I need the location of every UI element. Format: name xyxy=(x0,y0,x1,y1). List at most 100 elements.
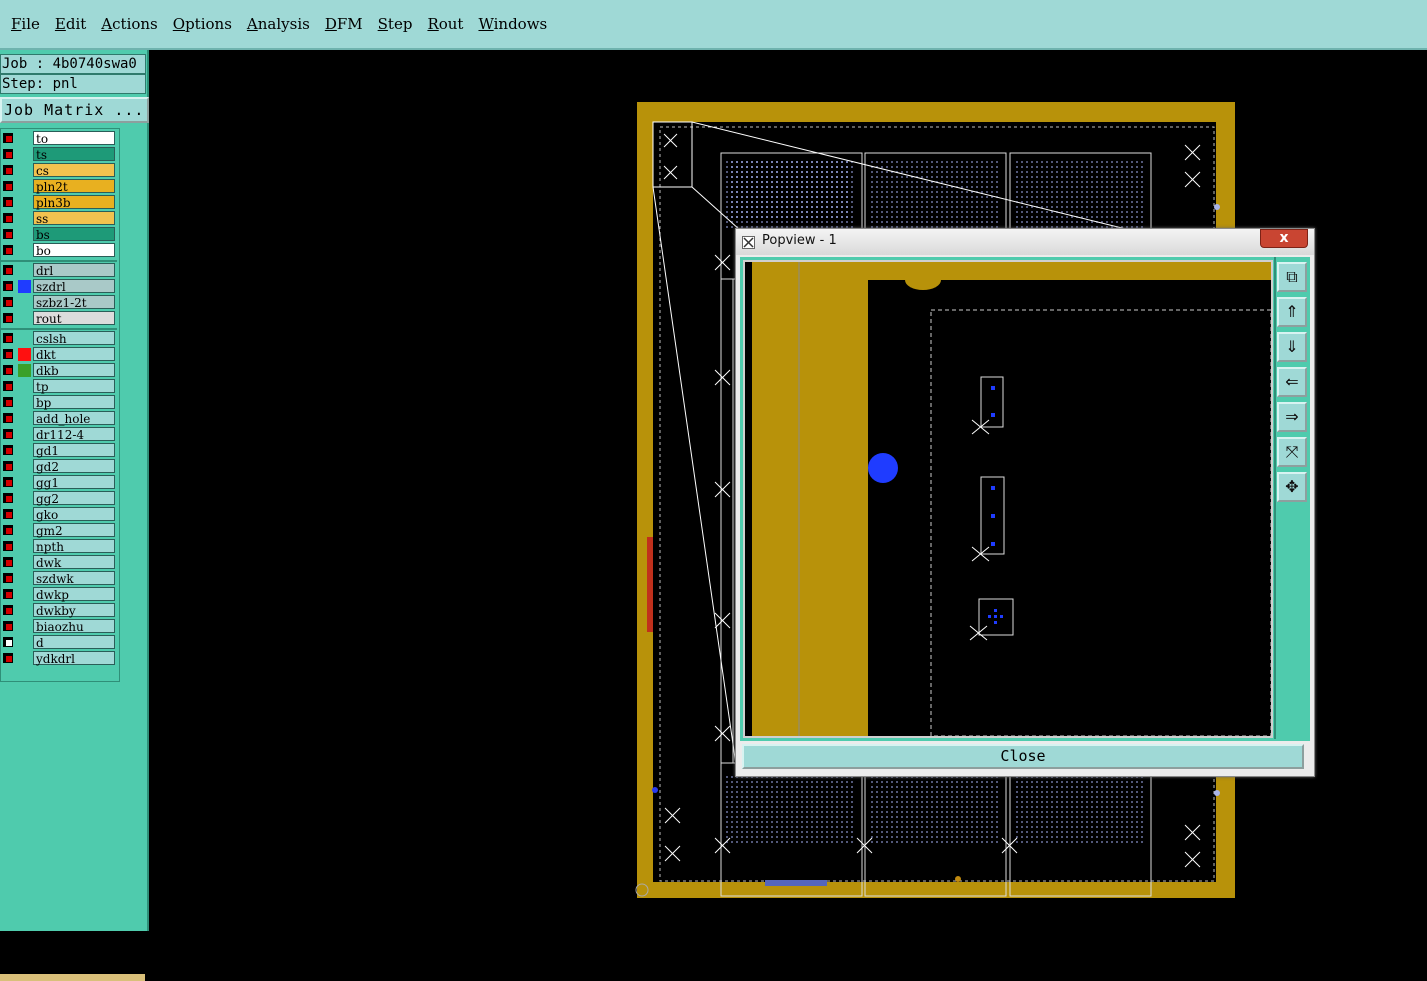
layer-row[interactable]: to xyxy=(1,131,117,146)
zoom-home-icon[interactable]: ⤧ xyxy=(1277,437,1307,467)
layer-row[interactable]: dwk xyxy=(1,555,117,570)
layer-row[interactable]: szdwk xyxy=(1,571,117,586)
layer-name[interactable]: pln3b xyxy=(33,195,115,210)
layer-row[interactable]: dwkp xyxy=(1,587,117,602)
layer-name[interactable]: ydkdrl xyxy=(33,651,115,666)
layer-row[interactable]: ydkdrl xyxy=(1,651,117,666)
pan-up-icon[interactable]: ⇑ xyxy=(1277,297,1307,327)
layer-checkbox[interactable] xyxy=(3,381,13,391)
layer-checkbox[interactable] xyxy=(3,149,13,159)
layer-checkbox[interactable] xyxy=(3,621,13,631)
layer-checkbox[interactable] xyxy=(3,573,13,583)
layer-checkbox[interactable] xyxy=(3,429,13,439)
layer-name[interactable]: to xyxy=(33,131,115,146)
layer-checkbox[interactable] xyxy=(3,525,13,535)
layer-name[interactable]: ss xyxy=(33,211,115,226)
layer-row[interactable]: szdrl xyxy=(1,279,117,294)
layer-checkbox[interactable] xyxy=(3,349,13,359)
layer-row[interactable]: pln3b xyxy=(1,195,117,210)
layer-checkbox[interactable] xyxy=(3,133,13,143)
layer-row[interactable]: d xyxy=(1,635,117,650)
layer-name[interactable]: dkb xyxy=(33,363,115,378)
layer-checkbox[interactable] xyxy=(3,297,13,307)
layer-name[interactable]: d xyxy=(33,635,115,650)
layer-row[interactable]: ss xyxy=(1,211,117,226)
layer-checkbox[interactable] xyxy=(3,509,13,519)
layer-checkbox[interactable] xyxy=(3,181,13,191)
layer-name[interactable]: gg1 xyxy=(33,475,115,490)
layer-row[interactable]: gd2 xyxy=(1,459,117,474)
layer-checkbox[interactable] xyxy=(3,397,13,407)
layer-row[interactable]: pln2t xyxy=(1,179,117,194)
menu-analysis[interactable]: Analysis xyxy=(243,15,314,33)
layer-name[interactable]: bs xyxy=(33,227,115,242)
layer-checkbox[interactable] xyxy=(3,197,13,207)
layer-name[interactable]: npth xyxy=(33,539,115,554)
layer-row[interactable]: dkt xyxy=(1,347,117,362)
layer-row[interactable]: bo xyxy=(1,243,117,258)
layer-checkbox[interactable] xyxy=(3,413,13,423)
window-close-button[interactable]: x xyxy=(1260,229,1308,248)
job-matrix-button[interactable]: Job Matrix ... xyxy=(0,97,149,123)
layer-name[interactable]: gko xyxy=(33,507,115,522)
popview-zoomed-view[interactable] xyxy=(743,260,1273,738)
menu-step[interactable]: Step xyxy=(374,15,417,33)
menu-file[interactable]: File xyxy=(7,15,44,33)
layer-name[interactable]: szdwk xyxy=(33,571,115,586)
layer-checkbox[interactable] xyxy=(3,445,13,455)
layer-name[interactable]: add_hole xyxy=(33,411,115,426)
layer-checkbox[interactable] xyxy=(3,477,13,487)
layer-row[interactable]: dkb xyxy=(1,363,117,378)
layer-name[interactable]: pln2t xyxy=(33,179,115,194)
layer-name[interactable]: dwk xyxy=(33,555,115,570)
layer-name[interactable]: ts xyxy=(33,147,115,162)
layer-row[interactable]: biaozhu xyxy=(1,619,117,634)
pan-down-icon[interactable]: ⇓ xyxy=(1277,332,1307,362)
layer-row[interactable]: gg2 xyxy=(1,491,117,506)
menu-actions[interactable]: Actions xyxy=(97,15,161,33)
layer-name[interactable]: dkt xyxy=(33,347,115,362)
layer-checkbox[interactable] xyxy=(3,165,13,175)
layer-name[interactable]: biaozhu xyxy=(33,619,115,634)
layer-checkbox[interactable] xyxy=(3,313,13,323)
zoom-window-icon[interactable]: ⧉ xyxy=(1277,262,1307,292)
layer-row[interactable]: gg1 xyxy=(1,475,117,490)
layer-row[interactable]: szbz1-2t xyxy=(1,295,117,310)
layer-row[interactable]: tp xyxy=(1,379,117,394)
layer-display-color[interactable] xyxy=(18,348,31,361)
layer-name[interactable]: gd2 xyxy=(33,459,115,474)
layer-name[interactable]: gm2 xyxy=(33,523,115,538)
pan-right-icon[interactable]: ⇒ xyxy=(1277,402,1307,432)
layer-name[interactable]: szbz1-2t xyxy=(33,295,115,310)
popview-titlebar[interactable]: Popview - 1 x xyxy=(736,229,1314,255)
layer-name[interactable]: cs xyxy=(33,163,115,178)
menu-rout[interactable]: Rout xyxy=(423,15,467,33)
zoom-fit-icon[interactable]: ✥ xyxy=(1277,472,1307,502)
layer-row[interactable]: rout xyxy=(1,311,117,326)
layer-row[interactable]: cs xyxy=(1,163,117,178)
layer-checkbox[interactable] xyxy=(3,461,13,471)
layer-checkbox[interactable] xyxy=(3,493,13,503)
layer-checkbox[interactable] xyxy=(3,541,13,551)
layer-name[interactable]: szdrl xyxy=(33,279,115,294)
layer-name[interactable]: dwkp xyxy=(33,587,115,602)
layer-checkbox[interactable] xyxy=(3,281,13,291)
layer-row[interactable]: add_hole xyxy=(1,411,117,426)
layer-checkbox[interactable] xyxy=(3,365,13,375)
layer-checkbox[interactable] xyxy=(3,589,13,599)
close-button[interactable]: Close xyxy=(742,744,1304,769)
layer-row[interactable]: npth xyxy=(1,539,117,554)
layer-checkbox[interactable] xyxy=(3,637,13,647)
pan-left-icon[interactable]: ⇐ xyxy=(1277,367,1307,397)
layer-checkbox[interactable] xyxy=(3,245,13,255)
layer-row[interactable]: ts xyxy=(1,147,117,162)
layer-name[interactable]: gd1 xyxy=(33,443,115,458)
layer-name[interactable]: tp xyxy=(33,379,115,394)
layer-row[interactable]: dwkby xyxy=(1,603,117,618)
layer-row[interactable]: gko xyxy=(1,507,117,522)
layer-checkbox[interactable] xyxy=(3,653,13,663)
layer-name[interactable]: bp xyxy=(33,395,115,410)
layer-checkbox[interactable] xyxy=(3,333,13,343)
layer-row[interactable]: gm2 xyxy=(1,523,117,538)
layer-name[interactable]: gg2 xyxy=(33,491,115,506)
